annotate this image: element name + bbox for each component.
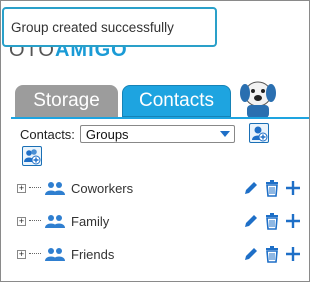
- add-group-icon: [24, 149, 41, 165]
- contacts-filter-row: Contacts: Groups: [20, 124, 235, 144]
- toast-message: Group created successfully: [11, 19, 174, 35]
- people-icon: [45, 215, 65, 228]
- app-frame: OTOAMIGO Group created successfully Stor…: [0, 0, 310, 282]
- group-name: Family: [71, 213, 110, 229]
- tree-connector: [29, 253, 41, 255]
- expand-icon[interactable]: +: [17, 249, 26, 259]
- people-icon: [45, 182, 65, 195]
- group-row: + Coworkers: [17, 178, 307, 198]
- add-group-button[interactable]: [22, 146, 42, 166]
- tab-storage[interactable]: Storage: [15, 85, 118, 117]
- tree-connector: [29, 220, 41, 222]
- expand-icon[interactable]: +: [17, 216, 26, 226]
- contacts-type-select[interactable]: Groups: [79, 125, 235, 143]
- group-row: + Friends: [17, 244, 307, 264]
- people-icon: [45, 248, 65, 261]
- mascot-dog-icon: [240, 81, 276, 118]
- trash-icon[interactable]: [263, 245, 281, 263]
- group-name: Friends: [71, 246, 115, 262]
- success-toast: Group created successfully: [2, 7, 217, 47]
- tab-contacts[interactable]: Contacts: [122, 85, 231, 117]
- tab-contacts-label: Contacts: [139, 90, 214, 111]
- group-row: + Family: [17, 211, 307, 231]
- add-contact-button[interactable]: [249, 123, 269, 143]
- group-actions: [242, 179, 302, 197]
- group-actions: [242, 245, 302, 263]
- plus-icon[interactable]: [284, 212, 302, 230]
- expand-icon[interactable]: +: [17, 183, 26, 193]
- tree-connector: [29, 187, 41, 189]
- add-contact-icon: [252, 126, 268, 142]
- trash-icon[interactable]: [263, 179, 281, 197]
- group-actions: [242, 212, 302, 230]
- tab-storage-label: Storage: [33, 90, 100, 111]
- edit-icon[interactable]: [242, 212, 260, 230]
- group-name: Coworkers: [71, 180, 134, 196]
- edit-icon[interactable]: [242, 179, 260, 197]
- trash-icon[interactable]: [263, 212, 281, 230]
- tab-underline: [11, 117, 309, 119]
- edit-icon[interactable]: [242, 245, 260, 263]
- contacts-label: Contacts:: [20, 126, 75, 142]
- caret-down-icon: [219, 131, 230, 137]
- plus-icon[interactable]: [284, 245, 302, 263]
- plus-icon[interactable]: [284, 179, 302, 197]
- contacts-type-value: Groups: [85, 126, 129, 142]
